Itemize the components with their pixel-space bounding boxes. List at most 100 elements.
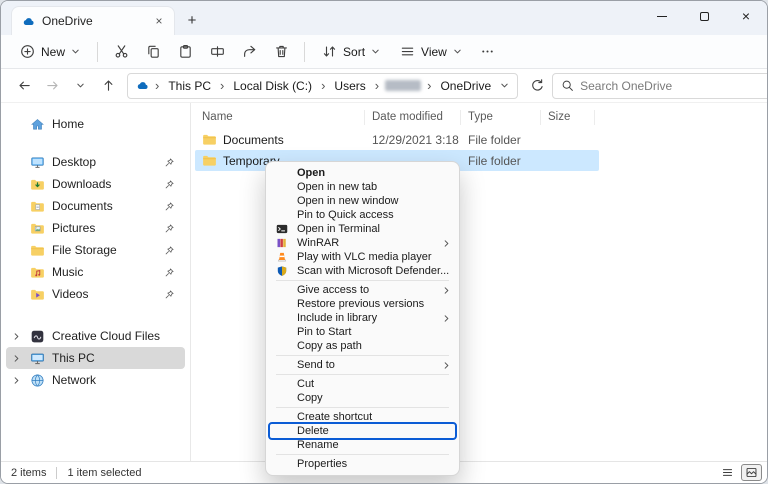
sidebar-item-desktop[interactable]: Desktop	[6, 151, 185, 173]
tab-close-icon[interactable]: ×	[150, 12, 168, 30]
refresh-icon	[531, 79, 543, 91]
breadcrumb-separator: ›	[155, 78, 160, 93]
menu-item-pin-to-quick-access[interactable]: Pin to Quick access	[266, 208, 459, 222]
toolbar-divider	[304, 41, 306, 62]
delete-toolbar-button[interactable]	[266, 38, 296, 66]
cut-button[interactable]	[106, 38, 136, 66]
sidebar-item-videos[interactable]: Videos	[6, 283, 185, 305]
refresh-button[interactable]	[524, 73, 550, 99]
recent-locations-button[interactable]	[67, 73, 93, 99]
menu-item-open-in-new-tab[interactable]: Open in new tab	[266, 180, 459, 194]
onedrive-cloud-icon	[136, 79, 149, 92]
address-dropdown-icon[interactable]	[500, 81, 509, 90]
clipboard-icon	[179, 44, 191, 58]
menu-item-open-in-terminal[interactable]: Open in Terminal	[266, 222, 459, 236]
desktop-icon	[31, 156, 44, 168]
submenu-arrow-icon	[441, 286, 451, 295]
file-row-documents[interactable]: Documents 12/29/2021 3:18 AM File folder	[195, 129, 599, 150]
menu-item-restore-previous-versions[interactable]: Restore previous versions	[266, 297, 459, 311]
ellipsis-icon	[482, 50, 494, 53]
menu-item-play-with-vlc[interactable]: Play with VLC media player	[266, 250, 459, 264]
maximize-button[interactable]	[683, 1, 725, 31]
sort-button[interactable]: Sort	[313, 38, 389, 66]
documents-icon	[31, 201, 44, 212]
forward-button[interactable]	[39, 73, 65, 99]
expand-chevron-icon[interactable]	[10, 354, 23, 363]
scissors-icon	[115, 45, 127, 58]
menu-item-delete[interactable]: Delete	[266, 422, 459, 440]
chevron-down-icon	[372, 49, 379, 54]
sidebar-item-label: Desktop	[52, 155, 97, 169]
column-header-type[interactable]: Type	[461, 109, 541, 125]
sidebar-item-label: Videos	[52, 287, 89, 301]
sidebar-item-creative-cloud-files[interactable]: Creative Cloud Files	[6, 325, 185, 347]
submenu-arrow-icon	[441, 314, 451, 323]
menu-item-copy[interactable]: Copy	[266, 391, 459, 405]
breadcrumb-onedrive[interactable]: OneDrive	[437, 78, 494, 94]
arrow-right-icon	[46, 81, 58, 90]
sidebar-item-label: Creative Cloud Files	[52, 329, 161, 343]
column-header-date-modified[interactable]: Date modified	[365, 109, 461, 125]
search-input[interactable]	[580, 78, 766, 93]
pictures-icon	[31, 223, 44, 234]
tab-onedrive[interactable]: OneDrive ×	[11, 6, 175, 35]
up-button[interactable]	[95, 73, 121, 99]
column-header-name[interactable]: Name	[195, 109, 365, 125]
menu-item-cut[interactable]: Cut	[266, 377, 459, 391]
sidebar-item-downloads[interactable]: Downloads	[6, 173, 185, 195]
breadcrumb[interactable]: › This PC › Local Disk (C:) › Users › › …	[127, 72, 519, 99]
menu-separator	[276, 374, 449, 375]
file-date-modified: 12/29/2021 3:18 AM	[372, 132, 461, 147]
thumbnail-view-button[interactable]	[741, 464, 762, 481]
sidebar-item-pictures[interactable]: Pictures	[6, 217, 185, 239]
sidebar-item-documents[interactable]: Documents	[6, 195, 185, 217]
paste-button[interactable]	[170, 38, 200, 66]
expand-chevron-icon[interactable]	[10, 332, 23, 341]
copy-button[interactable]	[138, 38, 168, 66]
menu-item-rename[interactable]: Rename	[266, 438, 459, 452]
back-button[interactable]	[11, 73, 37, 99]
close-button[interactable]: ×	[725, 1, 767, 31]
menu-item-copy-as-path[interactable]: Copy as path	[266, 339, 459, 353]
folder-icon	[203, 155, 216, 166]
menu-item-scan-with-defender[interactable]: Scan with Microsoft Defender...	[266, 264, 459, 278]
expand-chevron-icon[interactable]	[10, 376, 23, 385]
vlc-icon	[274, 251, 290, 263]
new-button[interactable]: New	[11, 38, 89, 66]
sidebar-item-home[interactable]: Home	[6, 113, 185, 135]
breadcrumb-local-disk-c[interactable]: Local Disk (C:)	[230, 78, 315, 94]
chevron-down-icon	[76, 83, 84, 88]
breadcrumb-this-pc[interactable]: This PC	[165, 78, 214, 94]
menu-item-properties[interactable]: Properties	[266, 457, 459, 471]
sidebar-item-file-storage[interactable]: File Storage	[6, 239, 185, 261]
rename-button[interactable]	[202, 38, 232, 66]
sidebar-item-network[interactable]: Network	[6, 369, 185, 391]
arrow-up-icon	[104, 80, 112, 91]
share-button[interactable]	[234, 38, 264, 66]
column-header-size[interactable]: Size	[541, 109, 595, 125]
menu-item-winrar[interactable]: WinRAR	[266, 236, 459, 250]
home-icon	[31, 118, 44, 129]
sidebar-item-music[interactable]: Music	[6, 261, 185, 283]
terminal-icon	[274, 223, 290, 235]
details-view-button[interactable]	[717, 464, 738, 481]
menu-item-send-to[interactable]: Send to	[266, 358, 459, 372]
menu-item-include-in-library[interactable]: Include in library	[266, 311, 459, 325]
file-type: File folder	[468, 153, 521, 168]
breadcrumb-users[interactable]: Users	[331, 78, 368, 94]
search-box[interactable]	[552, 72, 767, 99]
menu-item-open[interactable]: Open	[266, 166, 459, 180]
new-tab-button[interactable]: +	[179, 8, 205, 32]
menu-item-open-in-new-window[interactable]: Open in new window	[266, 194, 459, 208]
menu-item-create-shortcut[interactable]: Create shortcut	[266, 410, 459, 424]
pin-icon	[164, 157, 175, 168]
menu-item-pin-to-start[interactable]: Pin to Start	[266, 325, 459, 339]
menu-item-give-access-to[interactable]: Give access to	[266, 283, 459, 297]
sidebar-item-label: Pictures	[52, 221, 96, 235]
breadcrumb-user-redacted[interactable]	[385, 80, 422, 91]
view-button[interactable]: View	[391, 38, 471, 66]
minimize-button[interactable]	[641, 1, 683, 31]
sort-icon	[323, 46, 336, 57]
more-options-button[interactable]	[473, 38, 503, 66]
sidebar-item-this-pc[interactable]: This PC	[6, 347, 185, 369]
